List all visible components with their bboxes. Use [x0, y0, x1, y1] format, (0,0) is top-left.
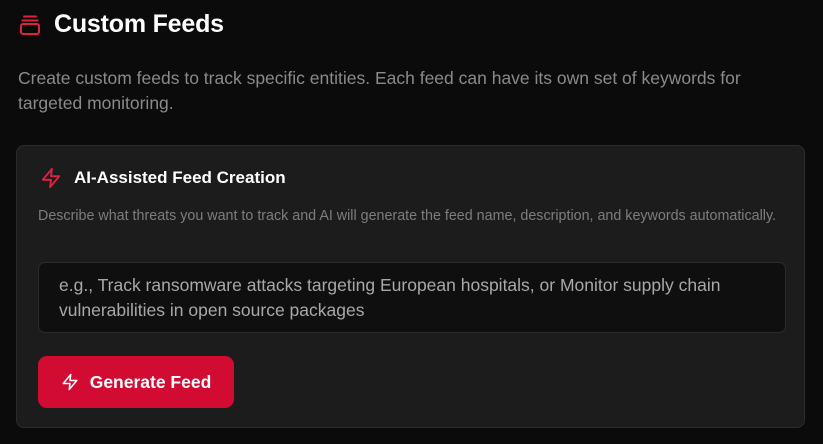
- generate-feed-label: Generate Feed: [89, 371, 212, 392]
- lightning-bolt-icon: [61, 373, 79, 391]
- custom-feeds-page: Custom Feeds Create custom feeds to trac…: [0, 0, 823, 444]
- lightning-bolt-icon: [40, 167, 62, 189]
- feed-description-input[interactable]: [38, 262, 786, 333]
- page-subtitle: Create custom feeds to track specific en…: [18, 68, 741, 113]
- generate-feed-button[interactable]: Generate Feed: [38, 356, 234, 408]
- archive-box-icon: [18, 13, 42, 37]
- card-title: AI-Assisted Feed Creation: [74, 168, 286, 187]
- page-title: Custom Feeds: [54, 10, 224, 38]
- card-description: Describe what threats you want to track …: [38, 208, 776, 224]
- ai-feed-creation-card: AI-Assisted Feed Creation Describe what …: [16, 145, 805, 428]
- page-header: Custom Feeds: [18, 10, 224, 39]
- card-header: AI-Assisted Feed Creation: [40, 167, 286, 189]
